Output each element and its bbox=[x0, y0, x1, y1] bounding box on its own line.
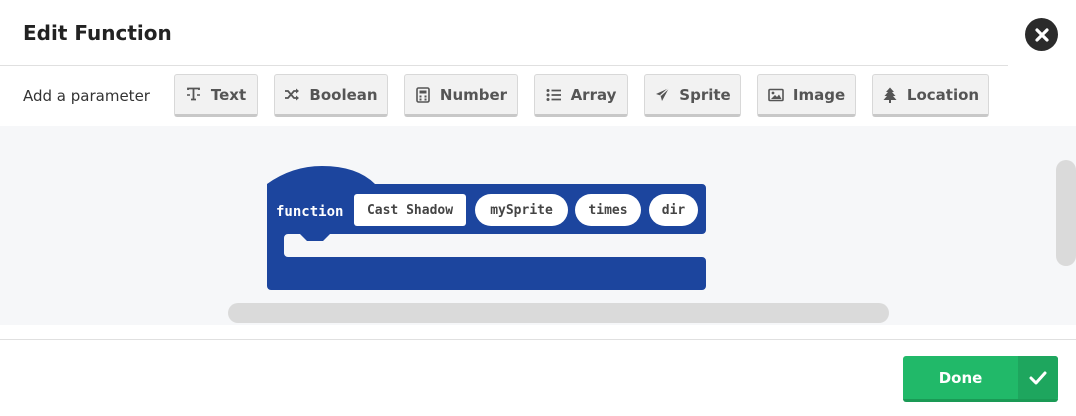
function-block[interactable] bbox=[262, 162, 712, 292]
add-parameter-label: Add a parameter bbox=[23, 87, 150, 105]
dialog-title: Edit Function bbox=[23, 21, 172, 45]
add-image-parameter-button[interactable]: Image bbox=[757, 74, 856, 117]
footer-divider bbox=[0, 339, 1076, 340]
function-name-field[interactable]: Cast Shadow bbox=[354, 194, 466, 226]
function-block-shape bbox=[267, 166, 706, 290]
add-location-parameter-button[interactable]: Location bbox=[872, 74, 989, 117]
tree-icon bbox=[882, 87, 898, 103]
add-sprite-parameter-button[interactable]: Sprite bbox=[644, 74, 741, 117]
done-button-label: Done bbox=[938, 368, 983, 387]
add-boolean-parameter-button[interactable]: Boolean bbox=[274, 74, 388, 117]
image-button-label: Image bbox=[792, 85, 846, 104]
location-button-label: Location bbox=[906, 85, 980, 104]
add-number-parameter-button[interactable]: Number bbox=[404, 74, 518, 117]
block-workspace[interactable]: function Cast Shadow mySprite times dir bbox=[0, 126, 1076, 325]
horizontal-scrollbar[interactable] bbox=[228, 303, 889, 323]
paper-plane-icon bbox=[654, 87, 670, 103]
check-icon bbox=[1018, 356, 1058, 399]
text-button-label: Text bbox=[210, 85, 247, 104]
done-button[interactable]: Done bbox=[903, 356, 1058, 402]
param-times[interactable]: times bbox=[575, 194, 641, 226]
param-dir[interactable]: dir bbox=[649, 194, 698, 226]
add-text-parameter-button[interactable]: Text bbox=[174, 74, 258, 117]
close-button[interactable] bbox=[1025, 18, 1058, 51]
function-keyword: function bbox=[276, 204, 344, 220]
parameter-toolbar: Add a parameter Text Boolean Number Arra… bbox=[0, 66, 1076, 126]
text-icon bbox=[186, 87, 202, 103]
image-icon bbox=[768, 87, 784, 103]
boolean-button-label: Boolean bbox=[309, 85, 378, 104]
calculator-icon bbox=[415, 86, 431, 103]
number-button-label: Number bbox=[439, 85, 508, 104]
shuffle-icon bbox=[284, 87, 300, 103]
param-mysprite[interactable]: mySprite bbox=[475, 194, 568, 226]
add-array-parameter-button[interactable]: Array bbox=[534, 74, 628, 117]
close-icon bbox=[1034, 27, 1049, 42]
array-button-label: Array bbox=[570, 85, 617, 104]
sprite-button-label: Sprite bbox=[679, 85, 731, 104]
vertical-scrollbar[interactable] bbox=[1056, 160, 1076, 266]
dialog-header: Edit Function bbox=[0, 0, 1008, 66]
list-icon bbox=[546, 87, 562, 103]
